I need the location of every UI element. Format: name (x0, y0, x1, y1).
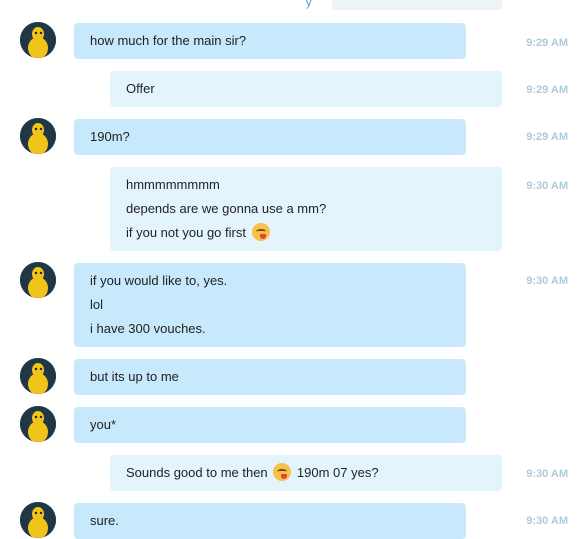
message-text: i have 300 vouches. (90, 321, 206, 336)
contact-avatar[interactable] (20, 358, 56, 394)
message-text: sure. (90, 513, 119, 528)
timestamp: 9:30 AM (526, 468, 568, 480)
message-bubble: but its up to me (74, 359, 466, 395)
message-bubble: how much for the main sir? (74, 23, 466, 59)
partial-input-field[interactable] (332, 0, 502, 10)
savoring-food-emoji-icon (251, 223, 270, 241)
message-bubble: sure. (74, 503, 466, 539)
message-bubble: you* (74, 407, 466, 443)
timestamp: 9:30 AM (526, 515, 568, 527)
message-bubble: hmmmmmmmm depends are we gonna use a mm?… (110, 167, 502, 251)
message-text: depends are we gonna use a mm? (126, 201, 327, 216)
message-text: Sounds good to me then (126, 465, 268, 480)
message-bubble: 190m? (74, 119, 466, 155)
savoring-food-emoji-icon (273, 463, 292, 481)
timestamp: 9:29 AM (526, 84, 568, 96)
message-text: you* (90, 417, 117, 432)
timestamp: 9:29 AM (526, 37, 568, 49)
message-text: hmmmmmmmm (126, 177, 220, 192)
message-text: if you would like to, yes. (90, 273, 228, 288)
contact-avatar[interactable] (20, 118, 56, 154)
message-text: if you not you go first (126, 225, 246, 240)
contact-avatar[interactable] (20, 502, 56, 538)
contact-avatar[interactable] (20, 22, 56, 58)
contact-avatar[interactable] (20, 406, 56, 442)
timestamp: 9:30 AM (526, 275, 568, 287)
contact-avatar[interactable] (20, 262, 56, 298)
message-text: how much for the main sir? (90, 33, 247, 48)
message-text: but its up to me (90, 369, 179, 384)
message-text: 190m? (90, 129, 130, 144)
message-bubble: Sounds good to me then 190m 07 yes? (110, 455, 502, 491)
top-partial-bar: y (0, 0, 584, 12)
message-text: lol (90, 297, 104, 312)
message-bubble: Offer (110, 71, 502, 107)
message-text: 190m 07 yes? (296, 465, 379, 480)
message-bubble: if you would like to, yes. lol i have 30… (74, 263, 466, 347)
timestamp: 9:29 AM (526, 131, 568, 143)
partial-link-glyph: y (306, 0, 312, 9)
timestamp: 9:30 AM (526, 180, 568, 192)
message-text: Offer (126, 81, 155, 96)
